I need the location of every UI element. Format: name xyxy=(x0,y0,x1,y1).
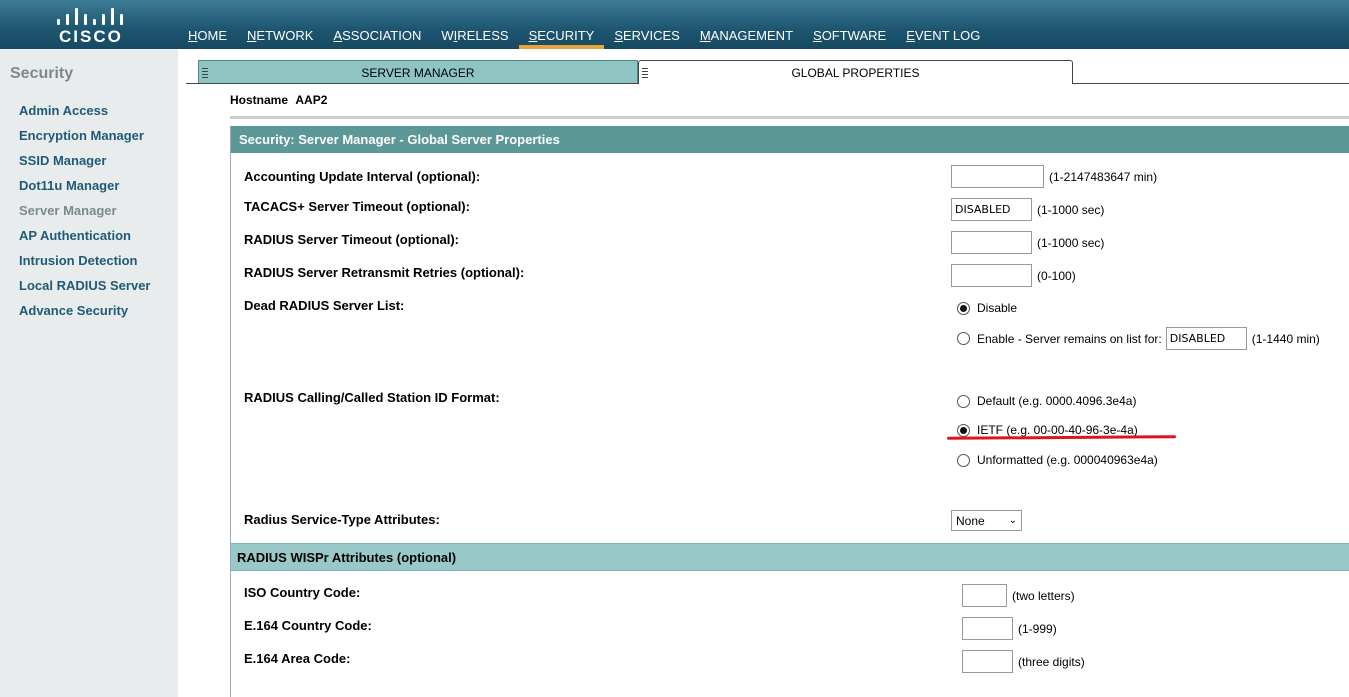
radius-timeout-input[interactable] xyxy=(951,231,1032,254)
nav-security[interactable]: SECURITY xyxy=(518,0,605,49)
tab-global-properties-label: GLOBAL PROPERTIES xyxy=(791,66,920,80)
dead-server-list-label: Dead RADIUS Server List: xyxy=(244,298,405,313)
radius-retries-label: RADIUS Server Retransmit Retries (option… xyxy=(244,265,525,280)
tab-grip-icon xyxy=(642,68,648,78)
radius-retries-control: (0-100) xyxy=(951,264,1076,287)
nav-services[interactable]: SERVICES xyxy=(604,0,690,49)
dead-list-minutes-hint: (1-1440 min) xyxy=(1251,331,1320,346)
annotation-underline xyxy=(946,435,1177,440)
nav-association[interactable]: ASSOCIATION xyxy=(323,0,431,49)
nav-wireless[interactable]: WIRELESS xyxy=(431,0,518,49)
hostname: Hostname AAP2 xyxy=(230,93,327,107)
radius-timeout-control: (1-1000 sec) xyxy=(951,231,1104,254)
divider xyxy=(230,116,1349,119)
tab-server-manager-label: SERVER MANAGER xyxy=(361,66,475,80)
sidebar-item-ssid-manager[interactable]: SSID Manager xyxy=(19,153,151,178)
e164-country-code-label: E.164 Country Code: xyxy=(244,618,372,633)
accounting-interval-control: (1-2147483647 min) xyxy=(951,165,1157,188)
nav-home[interactable]: HOME xyxy=(178,0,237,49)
e164-country-code-input[interactable] xyxy=(962,617,1013,640)
tab-server-manager[interactable]: SERVER MANAGER xyxy=(198,60,638,83)
accounting-interval-input[interactable] xyxy=(951,165,1044,188)
tab-bar: SERVER MANAGER GLOBAL PROPERTIES xyxy=(186,60,1349,84)
e164-area-code-input[interactable] xyxy=(962,650,1013,673)
station-id-ietf-radio[interactable] xyxy=(957,423,970,437)
tab-grip-icon xyxy=(202,68,208,78)
accounting-interval-label: Accounting Update Interval (optional): xyxy=(244,169,481,184)
cisco-logo-bars-icon xyxy=(55,7,125,25)
e164-country-code-hint: (1-999) xyxy=(1018,621,1057,636)
tab-global-properties[interactable]: GLOBAL PROPERTIES xyxy=(638,60,1073,84)
sidebar-title: Security xyxy=(10,65,74,82)
radius-retries-input[interactable] xyxy=(951,264,1032,287)
station-id-default-radio[interactable] xyxy=(957,394,970,408)
chevron-down-icon: ⌄ xyxy=(1008,515,1017,526)
dead-list-enable-radio[interactable] xyxy=(957,332,970,345)
dead-list-disable-radio[interactable] xyxy=(957,301,970,315)
top-navigation-bar: CISCO HOME NETWORK ASSOCIATION WIRELESS … xyxy=(0,0,1349,49)
radius-timeout-label: RADIUS Server Timeout (optional): xyxy=(244,232,460,247)
station-id-unformatted-radio[interactable] xyxy=(957,453,970,467)
sidebar-item-server-manager[interactable]: Server Manager xyxy=(19,203,151,228)
dead-list-minutes-input[interactable] xyxy=(1165,327,1247,350)
dead-list-enable-label: Enable - Server remains on list for: xyxy=(977,331,1162,346)
station-id-default-option[interactable]: Default (e.g. 0000.4096.3e4a) xyxy=(957,394,1136,408)
main-nav: HOME NETWORK ASSOCIATION WIRELESS SECURI… xyxy=(178,0,990,49)
radius-retries-hint: (0-100) xyxy=(1037,268,1076,283)
nav-event-log[interactable]: EVENT LOG xyxy=(896,0,990,49)
hostname-value: AAP2 xyxy=(295,93,328,107)
dead-list-enable-option[interactable]: Enable - Server remains on list for: (1-… xyxy=(957,327,1320,350)
nav-management[interactable]: MANAGEMENT xyxy=(690,0,803,49)
iso-country-code-input[interactable] xyxy=(962,584,1007,607)
hostname-label: Hostname xyxy=(230,93,289,107)
iso-country-code-hint: (two letters) xyxy=(1012,588,1075,603)
sidebar-item-admin-access[interactable]: Admin Access xyxy=(19,103,151,128)
service-type-control: None ⌄ xyxy=(951,510,1022,531)
cisco-logo: CISCO xyxy=(50,7,130,46)
service-type-label: Radius Service-Type Attributes: xyxy=(244,512,440,527)
global-server-properties-panel: Security: Server Manager - Global Server… xyxy=(230,126,1349,697)
nav-network[interactable]: NETWORK xyxy=(237,0,323,49)
sidebar-item-ap-authentication[interactable]: AP Authentication xyxy=(19,228,151,253)
e164-area-code-control: (three digits) xyxy=(962,650,1085,673)
tacacs-timeout-hint: (1-1000 sec) xyxy=(1037,202,1105,217)
e164-area-code-hint: (three digits) xyxy=(1018,654,1085,669)
e164-area-code-label: E.164 Area Code: xyxy=(244,651,351,666)
dead-list-disable-option[interactable]: Disable xyxy=(957,301,1017,315)
sidebar-item-local-radius-server[interactable]: Local RADIUS Server xyxy=(19,278,151,303)
sidebar: Security Admin Access Encryption Manager… xyxy=(0,49,178,697)
sidebar-item-intrusion-detection[interactable]: Intrusion Detection xyxy=(19,253,151,278)
sidebar-menu: Admin Access Encryption Manager SSID Man… xyxy=(19,103,151,328)
sidebar-item-dot11u-manager[interactable]: Dot11u Manager xyxy=(19,178,151,203)
tacacs-timeout-label: TACACS+ Server Timeout (optional): xyxy=(244,199,470,214)
iso-country-code-control: (two letters) xyxy=(962,584,1075,607)
station-id-unformatted-option[interactable]: Unformatted (e.g. 000040963e4a) xyxy=(957,453,1158,467)
iso-country-code-label: ISO Country Code: xyxy=(244,585,361,600)
radius-timeout-hint: (1-1000 sec) xyxy=(1037,235,1105,250)
accounting-interval-hint: (1-2147483647 min) xyxy=(1049,169,1158,184)
section-header: Security: Server Manager - Global Server… xyxy=(231,126,1349,153)
tacacs-timeout-input[interactable] xyxy=(951,198,1032,221)
e164-country-code-control: (1-999) xyxy=(962,617,1057,640)
tacacs-timeout-control: (1-1000 sec) xyxy=(951,198,1104,221)
station-id-unformatted-label: Unformatted (e.g. 000040963e4a) xyxy=(977,453,1158,467)
service-type-value: None xyxy=(956,513,985,528)
dead-list-disable-label: Disable xyxy=(977,301,1018,315)
sidebar-item-encryption-manager[interactable]: Encryption Manager xyxy=(19,128,151,153)
station-id-format-label: RADIUS Calling/Called Station ID Format: xyxy=(244,390,500,405)
nav-software[interactable]: SOFTWARE xyxy=(803,0,896,49)
sidebar-item-advance-security[interactable]: Advance Security xyxy=(19,303,151,328)
service-type-select[interactable]: None ⌄ xyxy=(951,510,1022,531)
wispr-section-header: RADIUS WISPr Attributes (optional) xyxy=(231,543,1349,571)
station-id-default-label: Default (e.g. 0000.4096.3e4a) xyxy=(977,394,1137,408)
cisco-logo-text: CISCO xyxy=(59,27,123,46)
